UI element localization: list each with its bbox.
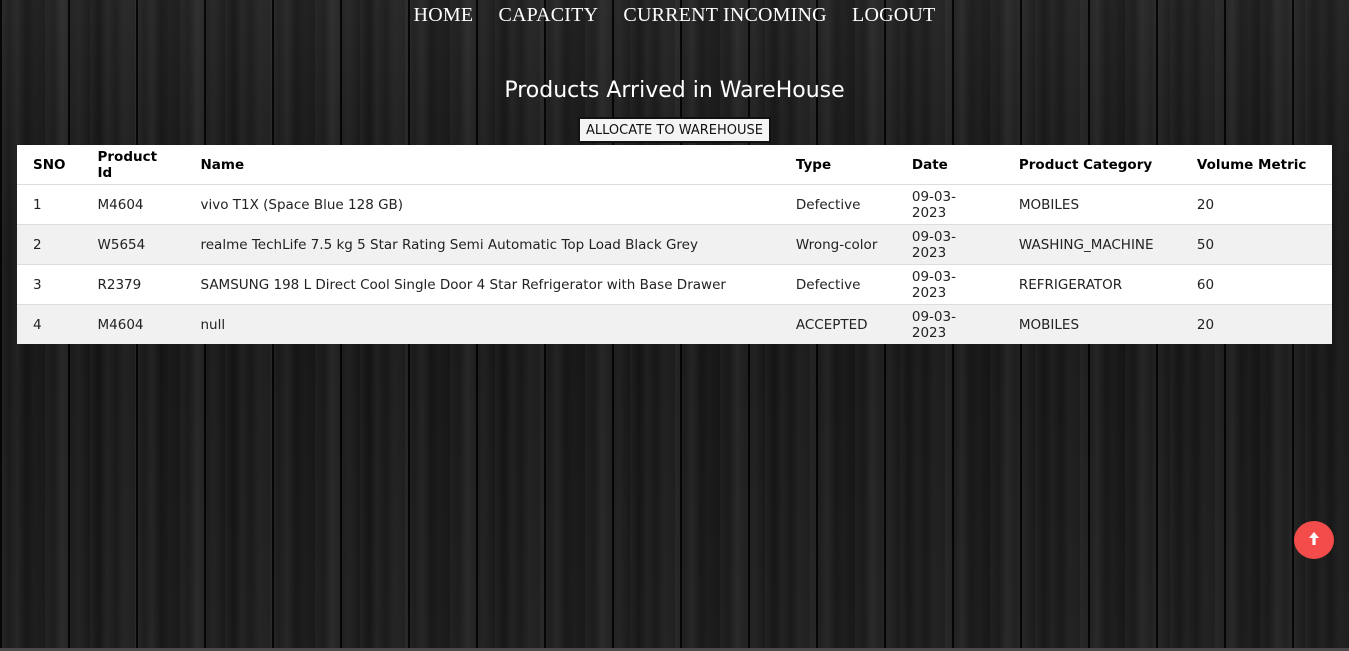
main-nav: HOME CAPACITY CURRENT INCOMING LOGOUT <box>0 4 1349 27</box>
table-row: 3 R2379 SAMSUNG 198 L Direct Cool Single… <box>17 264 1332 305</box>
cell-volume-metric: 60 <box>1180 264 1332 305</box>
cell-sno: 2 <box>17 224 82 265</box>
allocate-container: ALLOCATE TO WAREHOUSE <box>0 117 1349 143</box>
cell-product-category: MOBILES <box>1002 304 1181 344</box>
header-date: Date <box>895 145 1003 185</box>
table-row: 4 M4604 null ACCEPTED 09-03-2023 MOBILES… <box>17 304 1332 344</box>
nav-current-incoming-link[interactable]: CURRENT INCOMING <box>623 4 826 26</box>
cell-product-category: REFRIGERATOR <box>1002 264 1181 305</box>
nav-home-link[interactable]: HOME <box>414 4 474 26</box>
header-product-id: Product Id <box>81 145 185 185</box>
cell-product-id: M4604 <box>81 304 185 344</box>
cell-sno: 4 <box>17 304 82 344</box>
cell-name: SAMSUNG 198 L Direct Cool Single Door 4 … <box>184 264 780 305</box>
cell-product-id: W5654 <box>81 224 185 265</box>
cell-product-category: WASHING_MACHINE <box>1002 224 1181 265</box>
cell-type: Defective <box>779 264 896 305</box>
cell-type: Wrong-color <box>779 224 896 265</box>
cell-date: 09-03-2023 <box>895 304 1003 344</box>
cell-volume-metric: 20 <box>1180 184 1332 225</box>
cell-product-category: MOBILES <box>1002 184 1181 225</box>
scroll-to-top-button[interactable] <box>1294 521 1334 559</box>
products-table: SNO Product Id Name Type Date Product Ca… <box>17 145 1332 344</box>
nav-logout-link[interactable]: LOGOUT <box>852 4 935 26</box>
table-row: 2 W5654 realme TechLife 7.5 kg 5 Star Ra… <box>17 224 1332 265</box>
cell-name: realme TechLife 7.5 kg 5 Star Rating Sem… <box>184 224 780 265</box>
nav-capacity-link[interactable]: CAPACITY <box>498 4 598 26</box>
products-table-body: 1 M4604 vivo T1X (Space Blue 128 GB) Def… <box>17 184 1332 344</box>
cell-type: ACCEPTED <box>779 304 896 344</box>
cell-name: vivo T1X (Space Blue 128 GB) <box>184 184 780 225</box>
table-row: 1 M4604 vivo T1X (Space Blue 128 GB) Def… <box>17 184 1332 225</box>
cell-type: Defective <box>779 184 896 225</box>
cell-product-id: R2379 <box>81 264 185 305</box>
header-type: Type <box>779 145 896 185</box>
cell-name: null <box>184 304 780 344</box>
products-table-head: SNO Product Id Name Type Date Product Ca… <box>17 145 1332 185</box>
arrow-up-icon <box>1307 530 1321 551</box>
cell-date: 09-03-2023 <box>895 184 1003 225</box>
table-header-row: SNO Product Id Name Type Date Product Ca… <box>17 145 1332 185</box>
cell-volume-metric: 50 <box>1180 224 1332 265</box>
header-volume-metric: Volume Metric <box>1180 145 1332 185</box>
header-product-category: Product Category <box>1002 145 1181 185</box>
cell-product-id: M4604 <box>81 184 185 225</box>
page-title: Products Arrived in WareHouse <box>504 78 845 103</box>
allocate-to-warehouse-button[interactable]: ALLOCATE TO WAREHOUSE <box>578 117 771 143</box>
cell-volume-metric: 20 <box>1180 304 1332 344</box>
cell-sno: 1 <box>17 184 82 225</box>
cell-date: 09-03-2023 <box>895 264 1003 305</box>
header-sno: SNO <box>17 145 82 185</box>
cell-sno: 3 <box>17 264 82 305</box>
header-name: Name <box>184 145 780 185</box>
cell-date: 09-03-2023 <box>895 224 1003 265</box>
